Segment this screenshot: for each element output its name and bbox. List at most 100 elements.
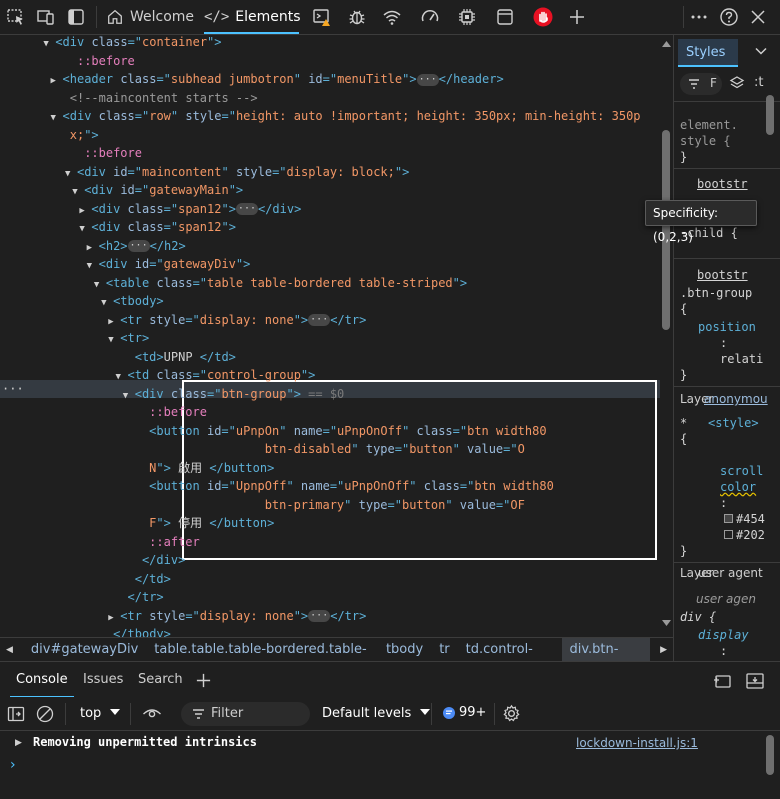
styles-dropdown-chevron-icon[interactable]	[754, 44, 768, 58]
dom-tree-node[interactable]: F"> 停用 </button>	[149, 514, 274, 532]
more-tools-plus-icon[interactable]	[567, 7, 587, 27]
log-levels-select[interactable]: Default levels	[322, 706, 431, 721]
css-value[interactable]: #202	[736, 527, 765, 543]
dom-tree-node[interactable]: </div>	[142, 551, 185, 569]
collapsed-children-ellipsis[interactable]: ···	[235, 203, 258, 215]
performance-gauge-icon[interactable]	[420, 7, 440, 27]
dom-tree-node[interactable]: ▼ <div class="btn-group"> == $0	[123, 385, 345, 403]
dom-tree-node[interactable]: btn-primary" type="button" value="OF	[265, 496, 525, 514]
collapse-triangle-icon[interactable]: ▼	[87, 257, 99, 275]
dom-tree-node[interactable]: ▶ <header class="subhead jumbotron" id="m…	[51, 70, 504, 88]
dock-side-icon[interactable]	[66, 7, 86, 27]
styles-scroll-thumb[interactable]	[766, 95, 774, 135]
rule-source-link[interactable]: bootstr	[697, 176, 748, 192]
collapse-triangle-icon[interactable]: ▼	[116, 368, 128, 386]
dom-tree-node[interactable]: </tbody>	[113, 625, 171, 637]
dom-tree-node[interactable]: x;">	[70, 126, 99, 144]
inspect-element-icon[interactable]	[6, 7, 26, 27]
dom-tree-node[interactable]: ▶ <div class="span12"> ··· </div>	[79, 200, 301, 218]
dom-tree-node[interactable]: ▼ <div id="gatewayMain">	[72, 181, 243, 199]
dom-tree-node[interactable]: <button id="uPnpOn" name="uPnpOnOff" cla…	[149, 422, 546, 440]
breadcrumb-scroll-right-icon[interactable]: ▶	[650, 645, 673, 655]
css-property[interactable]: scroll	[720, 463, 763, 479]
elements-scrollbar[interactable]	[660, 35, 673, 637]
styles-more-icon[interactable]: :t	[754, 75, 763, 90]
dom-tree-node[interactable]: ▼ <div class="span12">	[79, 218, 236, 236]
dom-tree-node[interactable]: ::before	[84, 144, 142, 162]
device-emulation-icon[interactable]	[36, 7, 56, 27]
more-options-icon[interactable]	[689, 7, 709, 27]
tab-issues[interactable]: Issues	[83, 662, 123, 698]
issues-counter[interactable]: 99+	[442, 705, 486, 720]
collapse-triangle-icon[interactable]: ▼	[72, 183, 84, 201]
tab-search[interactable]: Search	[138, 662, 183, 698]
dom-tree-node[interactable]: ▼ <div id="gatewayDiv">	[87, 255, 251, 273]
dom-tree-node[interactable]: ▼ <div class="container">	[43, 35, 221, 51]
help-icon[interactable]	[719, 7, 739, 27]
console-scroll-thumb[interactable]	[766, 735, 774, 775]
breadcrumb-scroll-left-icon[interactable]: ◀	[0, 645, 23, 655]
console-settings-gear-icon[interactable]	[502, 704, 521, 723]
expand-triangle-icon[interactable]: ▶	[51, 72, 63, 90]
tab-welcome[interactable]: Welcome	[106, 0, 194, 34]
dom-tree-node[interactable]: N"> 啟用 </button>	[149, 459, 274, 477]
network-wifi-icon[interactable]	[382, 7, 402, 27]
dom-tree-node[interactable]: </td>	[135, 570, 171, 588]
layer-anonymous-link[interactable]: anonymou	[704, 391, 768, 407]
expand-triangle-icon[interactable]: ▶	[108, 609, 120, 627]
breadcrumb-item[interactable]: div#gatewayDiv	[23, 638, 146, 662]
live-expression-eye-icon[interactable]	[142, 705, 162, 723]
dom-tree-node[interactable]: ▼ <td class="control-group">	[116, 366, 316, 384]
dom-tree-node[interactable]: ▶ <tr style="display: none"> ··· </tr>	[108, 311, 366, 329]
styles-filter[interactable]: F	[680, 73, 722, 95]
console-warning-icon[interactable]	[312, 7, 332, 27]
tab-styles[interactable]: Styles	[678, 39, 738, 67]
elements-tree[interactable]: ··· ▼ <div class="container">::before ▶ <he…	[0, 35, 660, 637]
tab-console[interactable]: Console	[10, 662, 74, 698]
collapse-triangle-icon[interactable]: ▼	[65, 165, 77, 183]
collapsed-children-ellipsis[interactable]: ···	[308, 610, 331, 622]
color-swatch[interactable]	[724, 530, 733, 539]
collapse-triangle-icon[interactable]: ▼	[101, 294, 113, 312]
breadcrumb-item[interactable]: td.control-group	[458, 638, 562, 681]
breadcrumb-item[interactable]: table.table.table-bordered.table-striped	[146, 638, 378, 681]
collapse-triangle-icon[interactable]: ▼	[123, 387, 135, 405]
dom-tree-node[interactable]: ▼ <tr>	[108, 329, 149, 347]
console-prompt-input[interactable]: ›	[10, 757, 16, 773]
dom-tree-node[interactable]: ▼ <table class="table table-bordered tabl…	[94, 274, 467, 292]
collapsed-children-ellipsis[interactable]: ···	[308, 314, 331, 326]
color-swatch[interactable]	[724, 514, 733, 523]
console-source-link[interactable]: lockdown-install.js:1	[576, 736, 698, 750]
expand-triangle-icon[interactable]: ▶	[108, 313, 120, 331]
dom-tree-node[interactable]: </tr>	[128, 588, 164, 606]
rule-source-link[interactable]: bootstr	[697, 267, 748, 283]
selected-node-indicator[interactable]: ···	[2, 380, 24, 398]
dom-tree-node[interactable]: <td>UPNP </td>	[135, 348, 236, 366]
collapse-triangle-icon[interactable]: ▼	[51, 109, 63, 127]
dom-tree-node[interactable]: ::before	[77, 52, 135, 70]
breadcrumb-item[interactable]: tr	[431, 638, 457, 662]
breadcrumb-item-active[interactable]: div.btn-group	[561, 637, 651, 681]
css-property[interactable]: position	[698, 319, 756, 335]
breadcrumb-item[interactable]: tbody	[378, 638, 431, 662]
dom-tree-node[interactable]: ▼ <div class="row" style="height: auto !i…	[51, 107, 641, 125]
collapse-triangle-icon[interactable]: ▼	[43, 35, 55, 53]
sidebar-toggle-icon[interactable]	[7, 705, 25, 723]
scroll-down-icon[interactable]	[662, 620, 671, 626]
style-source[interactable]: <style>	[708, 415, 759, 431]
dom-tree-node[interactable]: <!--maincontent starts -->	[70, 89, 258, 107]
message-expand-icon[interactable]: ▶	[15, 738, 22, 748]
console-filter-input[interactable]: Filter	[181, 702, 310, 726]
application-panel-icon[interactable]	[495, 7, 515, 27]
collapse-triangle-icon[interactable]: ▼	[79, 220, 91, 238]
css-property[interactable]: color	[720, 479, 756, 495]
css-value[interactable]: #454	[736, 511, 765, 527]
collapsed-children-ellipsis[interactable]: ···	[127, 240, 150, 252]
close-icon[interactable]	[748, 7, 768, 27]
undock-drawer-icon[interactable]	[745, 672, 765, 690]
dom-tree-node[interactable]: ▼ <tbody>	[101, 292, 164, 310]
bug-icon[interactable]	[347, 7, 367, 27]
memory-chip-icon[interactable]	[457, 7, 477, 27]
stop-hand-icon[interactable]	[533, 7, 553, 27]
dom-tree-node[interactable]: ::after	[149, 533, 200, 551]
